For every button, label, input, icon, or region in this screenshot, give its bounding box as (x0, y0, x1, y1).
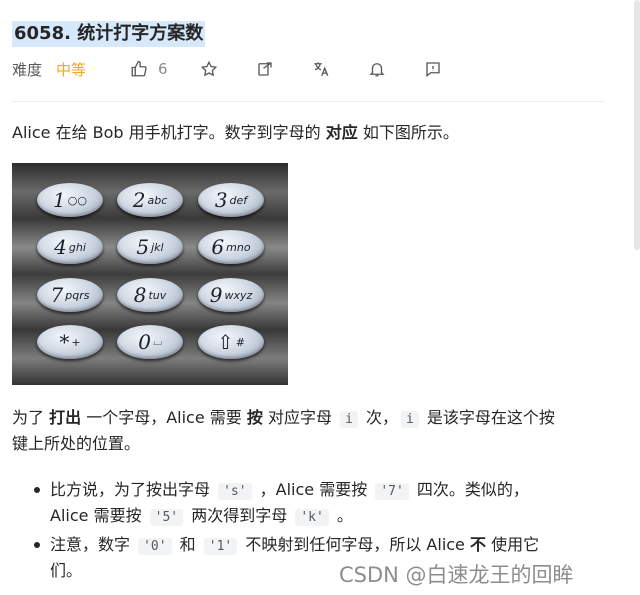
description-paragraph-1: Alice 在给 Bob 用手机打字。数字到字母的 对应 如下图所示。 (12, 123, 459, 142)
key-2: 2 abc (117, 183, 183, 217)
divider (12, 101, 604, 102)
translate-icon[interactable] (310, 58, 332, 80)
key-5: 5 jkl (117, 230, 183, 264)
list-item: 比方说，为了按出字母 's' ，Alice 需要按 '7' 四次。类似的， (34, 477, 529, 505)
bell-icon[interactable] (366, 58, 388, 80)
description-paragraph-2: 为了 打出 一个字母，Alice 需要 按 对应字母 i 次， i 是该字母在这个… (12, 408, 555, 428)
feedback-icon[interactable] (422, 58, 444, 80)
key-4: 4 ghi (37, 230, 103, 264)
thumbs-up-icon (128, 58, 150, 80)
description-paragraph-2-cont: 键上所处的位置。 (12, 434, 141, 453)
key-7: 7 pqrs (37, 278, 103, 312)
like-count: 6 (158, 60, 168, 78)
list-item-2-cont: 们。 (50, 561, 83, 580)
list-item-2: 注意，数字 '0' 和 '1' 不映射到任何字母，所以 Alice 不 使用它 (33, 532, 539, 560)
phone-keypad-image: 1 ○○ 2 abc 3 def 4 ghi 5 jkl 6 mno 7 pqrs 8 tuv … (12, 163, 288, 385)
share-icon[interactable] (254, 58, 276, 80)
key-8: 8 tuv (117, 278, 183, 312)
key-0: 0 ⌴ (117, 325, 183, 359)
key-6: 6 mno (198, 230, 264, 264)
key-3: 3 def (198, 183, 264, 217)
problem-meta: 难度 中等 6 (12, 57, 444, 81)
scrollbar[interactable] (634, 0, 640, 250)
problem-title: 6058. 统计打字方案数 (12, 21, 206, 47)
key-1: 1 ○○ (37, 183, 103, 217)
key-9: 9 wxyz (198, 278, 264, 312)
list-item-cont: Alice 需要按 '5' 两次得到字母 'k' 。 (50, 506, 353, 526)
difficulty-label: 难度 (12, 60, 43, 79)
like-button[interactable]: 6 (120, 58, 168, 80)
key-star: * + (37, 325, 103, 359)
star-icon[interactable] (198, 58, 220, 80)
key-hash: ⇧ # (198, 325, 264, 359)
watermark: CSDN @白速龙王的回眸 (339, 563, 574, 587)
difficulty-value: 中等 (56, 60, 87, 79)
